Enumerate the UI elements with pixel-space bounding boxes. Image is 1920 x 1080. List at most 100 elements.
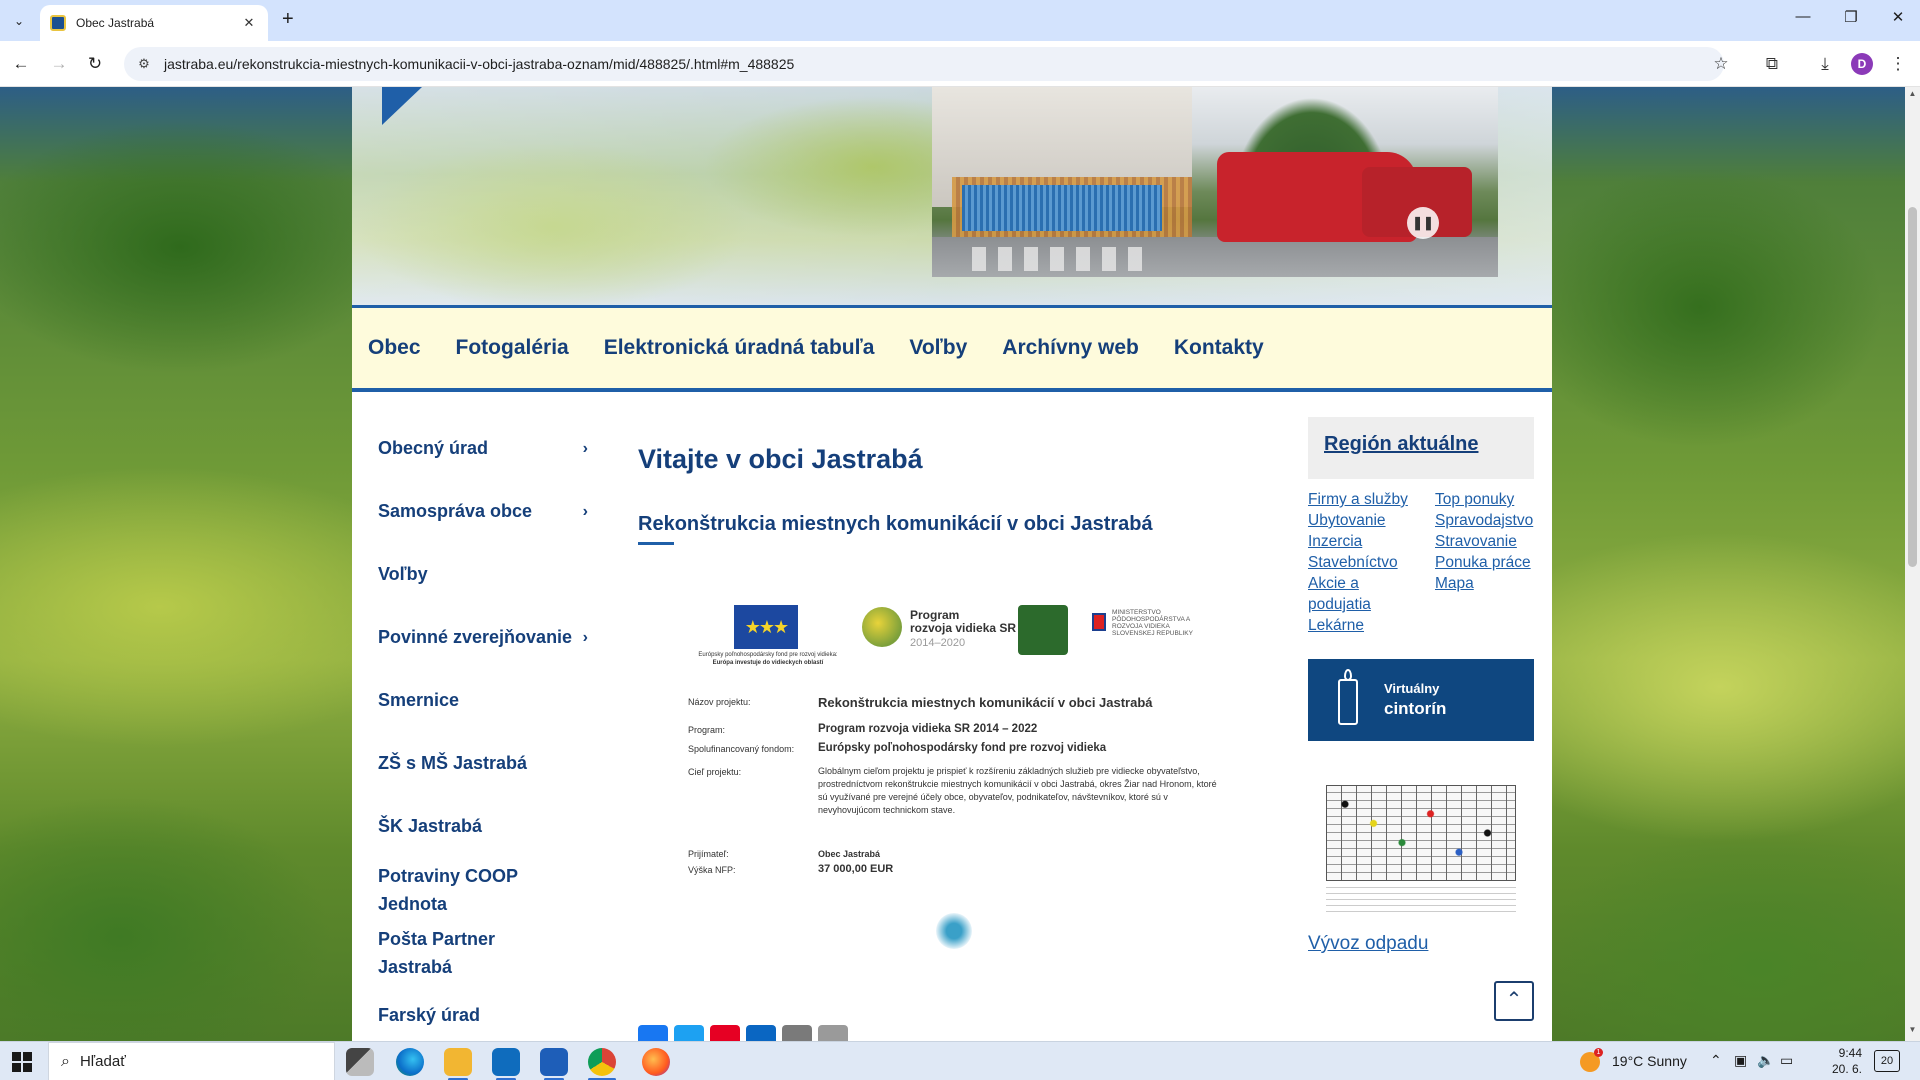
sidebar-item-sk[interactable]: ŠK Jastrabá [368, 795, 598, 858]
header-accent-triangle [382, 87, 422, 125]
firefox-icon[interactable] [642, 1048, 670, 1076]
sidebar-item-povinne-zverejnovanie[interactable]: Povinné zverejňovanie › [368, 606, 598, 669]
browser-toolbar: ← → ↻ ⚙ jastraba.eu/rekonstrukcia-miestn… [0, 41, 1920, 87]
region-link-akcie[interactable]: Akcie a podujatia [1308, 573, 1388, 615]
share-buttons [638, 1025, 854, 1041]
weather-badge: 1 [1594, 1048, 1603, 1057]
restore-window-icon[interactable]: ❐ [1836, 8, 1866, 32]
sidebar-item-farsky-urad[interactable]: Farský úrad [368, 984, 598, 1041]
region-link-ponuka-prace[interactable]: Ponuka práce [1435, 552, 1545, 573]
close-tab-icon[interactable]: ✕ [240, 15, 258, 31]
address-bar[interactable]: ⚙ jastraba.eu/rekonstrukcia-miestnych-ko… [124, 47, 1724, 81]
main-content: Vitajte v obci Jastrabá Rekonštrukcia mi… [638, 417, 1238, 1005]
sidebar-item-label: Obecný úrad [378, 438, 489, 458]
waste-collection-link[interactable]: Vývoz odpadu [1308, 933, 1534, 955]
sidebar-item-posta[interactable]: Pošta Partner Jastrabá [368, 921, 518, 984]
url-text[interactable]: jastraba.eu/rekonstrukcia-miestnych-komu… [164, 56, 794, 72]
chevron-right-icon[interactable]: › [583, 503, 588, 521]
sidebar-item-zs-ms[interactable]: ZŠ s MŠ Jastrabá [368, 732, 598, 795]
close-window-icon[interactable]: ✕ [1883, 8, 1913, 32]
sidebar-item-volby[interactable]: Voľby [368, 543, 598, 606]
scroll-thumb[interactable] [1908, 207, 1917, 567]
sidebar-item-samosprava[interactable]: Samospráva obce › [368, 480, 598, 543]
site-info-icon[interactable]: ⚙ [136, 56, 152, 72]
prv-logo-text: Program rozvoja vidieka SR [910, 608, 1017, 635]
taskbar-search-box[interactable]: ⌕ Hľadať [48, 1042, 335, 1080]
region-link-firmy[interactable]: Firmy a služby [1308, 489, 1418, 510]
right-sidebar: Región aktuálne Firmy a služby Ubytovani… [1308, 417, 1534, 955]
twitter-share-icon[interactable] [674, 1025, 704, 1041]
waste-schedule-thumbnail[interactable] [1322, 771, 1520, 921]
facebook-share-icon[interactable] [638, 1025, 668, 1041]
print-share-icon[interactable] [818, 1025, 848, 1041]
camera-tray-icon[interactable]: ▣ [1734, 1052, 1747, 1069]
scroll-up-arrow-icon[interactable]: ▲ [1905, 89, 1920, 103]
chevron-right-icon[interactable]: › [583, 629, 588, 647]
notification-center-icon[interactable]: 20 [1874, 1050, 1900, 1072]
nav-item-volby[interactable]: Voľby [909, 336, 967, 360]
region-link-ubytovanie[interactable]: Ubytovanie [1308, 510, 1418, 531]
sidebar-item-label: Smernice [378, 690, 460, 710]
pinterest-share-icon[interactable] [710, 1025, 740, 1041]
new-tab-plus-icon[interactable]: + [282, 9, 294, 29]
sidebar-item-obecny-urad[interactable]: Obecný úrad › [368, 417, 598, 480]
forward-arrow-icon[interactable]: → [47, 52, 71, 76]
profile-avatar[interactable]: D [1851, 53, 1873, 75]
chevron-right-icon[interactable]: › [583, 440, 588, 458]
article-title[interactable]: Rekonštrukcia miestnych komunikácií v ob… [638, 513, 1238, 536]
minimize-window-icon[interactable]: — [1788, 8, 1818, 32]
taskbar-clock[interactable]: 9:44 20. 6. 2025 [1806, 1045, 1862, 1080]
region-link-inzercia[interactable]: Inzercia [1308, 531, 1418, 552]
menu-kebab-icon[interactable]: ⋮ [1886, 52, 1910, 76]
scroll-down-arrow-icon[interactable]: ▼ [1905, 1025, 1920, 1039]
sidebar-item-smernice[interactable]: Smernice [368, 669, 598, 732]
sidebar-item-label: Povinné zverejňovanie [378, 627, 573, 647]
region-links: Firmy a služby Ubytovanie Inzercia Stave… [1308, 489, 1534, 659]
slovak-coat-of-arms-icon [1092, 613, 1106, 631]
word-icon[interactable] [540, 1048, 568, 1076]
region-link-mapa[interactable]: Mapa [1435, 573, 1545, 594]
page-title: Vitajte v obci Jastrabá [638, 444, 923, 474]
outlook-icon[interactable] [492, 1048, 520, 1076]
region-link-top-ponuky[interactable]: Top ponuky [1435, 489, 1545, 510]
region-link-spravodajstvo[interactable]: Spravodajstvo [1435, 510, 1545, 531]
download-icon[interactable]: ⤓ [1813, 52, 1837, 76]
side-navigation: Obecný úrad › Samospráva obce › Voľby Po… [368, 417, 598, 1041]
region-link-lekarne[interactable]: Lekárne [1308, 615, 1418, 636]
nav-item-obec[interactable]: Obec [368, 336, 421, 360]
task-view-icon[interactable] [346, 1048, 374, 1076]
virtual-cemetery-banner[interactable]: Virtuálny cintorín [1308, 659, 1534, 741]
email-share-icon[interactable] [782, 1025, 812, 1041]
region-links-right: Top ponuky Spravodajstvo Stravovanie Pon… [1435, 489, 1545, 594]
region-title-link[interactable]: Región aktuálne [1324, 433, 1478, 455]
slideshow-pause-icon[interactable]: ❚❚ [1407, 207, 1439, 239]
site-favicon-icon [50, 15, 66, 31]
speaker-muted-icon[interactable]: 🔈 [1757, 1052, 1774, 1069]
region-link-stravovanie[interactable]: Stravovanie [1435, 531, 1545, 552]
back-arrow-icon[interactable]: ← [9, 52, 33, 76]
network-icon[interactable]: ▭ [1780, 1052, 1793, 1069]
page-scrollbar[interactable]: ▲ ▼ [1905, 87, 1920, 1041]
sidebar-item-potraviny[interactable]: Potraviny COOP Jednota [368, 858, 518, 921]
nav-item-uradna-tabula[interactable]: Elektronická úradná tabuľa [604, 336, 875, 360]
back-to-top-button[interactable]: ⌃ [1494, 981, 1534, 1021]
nav-item-kontakty[interactable]: Kontakty [1174, 336, 1264, 360]
nav-item-archivny-web[interactable]: Archívny web [1002, 336, 1139, 360]
tab-list-chevron-icon[interactable]: ⌄ [6, 8, 32, 34]
tray-chevron-up-icon[interactable]: ⌃ [1710, 1052, 1722, 1069]
bookmark-star-icon[interactable]: ☆ [1709, 52, 1733, 76]
nav-item-fotogaleria[interactable]: Fotogaléria [456, 336, 569, 360]
extensions-puzzle-icon[interactable]: ⧉ [1760, 52, 1784, 76]
edge-browser-icon[interactable] [396, 1048, 424, 1076]
linkedin-share-icon[interactable] [746, 1025, 776, 1041]
region-link-stavebnictvo[interactable]: Stavebníctvo [1308, 552, 1418, 573]
reload-icon[interactable]: ↻ [83, 52, 107, 76]
zelena-energia-logo-icon [936, 913, 972, 949]
windows-start-icon[interactable] [12, 1052, 32, 1072]
title-underline [638, 542, 674, 545]
browser-tab[interactable]: Obec Jastrabá ✕ [40, 5, 268, 41]
chrome-icon[interactable] [588, 1048, 616, 1076]
project-poster-image[interactable]: ★★★ Európsky poľnohospodársky fond pre r… [638, 565, 1238, 1005]
file-explorer-icon[interactable] [444, 1048, 472, 1076]
weather-text[interactable]: 19°C Sunny [1612, 1053, 1687, 1069]
